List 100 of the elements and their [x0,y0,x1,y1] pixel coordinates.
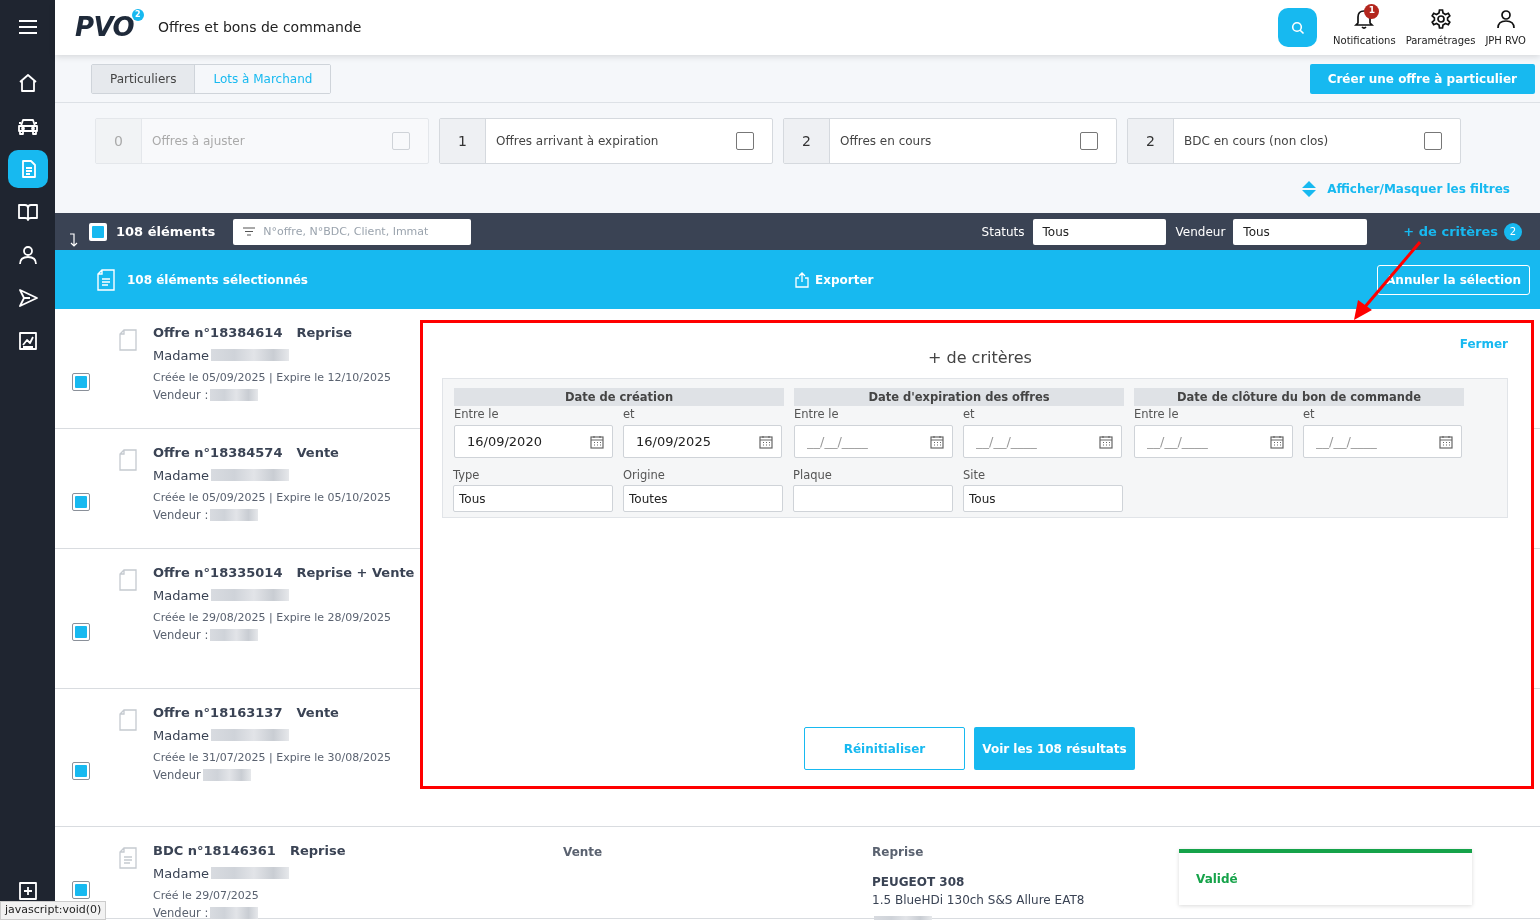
calendar-icon [590,435,604,449]
field-label: Plaque [793,467,833,484]
search-button[interactable] [1278,8,1318,47]
offer-number: Offre n°18335014 [153,564,283,582]
sort-arrow-icon [69,232,79,247]
filter-label: Offres arrivant à expiration [495,133,660,150]
select-field[interactable]: Toutes [623,485,783,512]
redaction-mark [202,769,251,782]
status-card: Validé [1179,849,1472,905]
search-field[interactable]: N°offre, N°BDC, Client, Immat [233,218,472,245]
calendar-icon [930,435,944,449]
send-icon [16,287,39,309]
item-count: 108 éléments [116,222,216,241]
vehicle-detail: 1.5 BlueHDi 130ch S&S Allure EAT8 [872,892,1085,909]
client-name: Madame [153,864,210,883]
date-field[interactable]: __/__/____ [1303,425,1462,458]
select-field[interactable]: Tous [453,485,613,512]
redaction-mark [210,629,259,642]
filter-card[interactable]: 2 Offres en cours [783,118,1117,164]
export-icon [795,271,809,288]
checkbox[interactable] [1424,132,1442,150]
add-icon [16,880,39,902]
client-name: Madame [153,586,210,605]
vendeur-label: Vendeur [1175,223,1226,241]
date-field[interactable]: __/__/____ [794,425,953,458]
offer-number: Offre n°18384574 [153,444,283,462]
settings-icon [1429,7,1452,30]
client-name: Madame [153,346,210,365]
seller-label: Vendeur : [153,506,209,524]
field-label: et [623,406,636,423]
row-checkbox[interactable] [72,881,90,899]
nav-gear-button[interactable]: Paramétrages [1403,7,1478,48]
blank-page-icon [119,329,137,351]
field-label: Site [963,467,987,484]
tab[interactable]: Particuliers [92,64,196,93]
filter-card[interactable]: 2 BDC en cours (non clos) [1127,118,1461,164]
offer-dates: Créée le 29/08/2025 | Expire le 28/09/2025 [153,610,391,626]
offer-dates: Créée le 05/09/2025 | Expire le 05/10/2025 [153,490,391,506]
checkbox[interactable] [736,132,754,150]
calendar-icon [1439,435,1453,449]
date-field[interactable]: __/__/____ [1134,425,1293,458]
seller-label: Vendeur [153,766,201,784]
filter-icon [243,227,256,237]
field-label: Type [453,467,481,484]
page-title: Offres et bons de commande [157,18,362,37]
input-field[interactable] [793,485,953,512]
calendar-icon [759,435,773,449]
group-heading: Date de création [454,388,784,406]
selection-count: 108 éléments sélectionnés [127,271,309,289]
redaction-mark [210,907,259,920]
blank-page-icon [119,449,137,471]
select-field[interactable]: Tous [963,485,1123,512]
statuts-select[interactable]: Tous [1032,218,1166,245]
offer-number: Offre n°18384614 [153,324,283,342]
filter-label: Offres à ajuster [151,133,246,150]
count-label: 0 [96,119,142,163]
chart-icon [16,330,39,352]
row-checkbox[interactable] [72,493,90,511]
date-field[interactable]: __/__/____ [963,425,1122,458]
document-icon [97,268,115,291]
date-field[interactable]: 16/09/2020 [454,425,613,458]
more-criteria-link[interactable]: + de critères [1403,221,1498,242]
filter-card[interactable]: 1 Offres arrivant à expiration [439,118,773,164]
count-label: 2 [1128,119,1174,163]
statuts-label: Statuts [981,223,1025,241]
column-heading: Vente [563,844,603,861]
user-icon [16,244,39,266]
redaction-mark [210,509,259,522]
select-all-checkbox[interactable] [89,222,107,241]
offer-type: Reprise [296,324,353,342]
checkbox[interactable] [1080,132,1098,150]
field-label: Entre le [794,406,840,423]
offer-type: Vente [296,444,339,462]
row-checkbox[interactable] [72,623,90,641]
field-label: Entre le [1134,406,1180,423]
date-field[interactable]: 16/09/2025 [623,425,782,458]
document-icon [119,847,137,869]
offer-type: Reprise + Vente [296,564,415,582]
count-label: 2 [784,119,830,163]
field-label: Entre le [454,406,500,423]
nav-user-button[interactable]: JPH RVO [1483,7,1528,48]
row-checkbox[interactable] [72,373,90,391]
group-heading: Date d'expiration des offres [794,388,1124,406]
calendar-icon [1099,435,1113,449]
row-checkbox[interactable] [72,762,90,780]
offer-dates: Créée le 31/07/2025 | Expire le 30/08/2025 [153,750,391,766]
bell-icon [1353,7,1376,30]
vendeur-select[interactable]: Tous [1233,218,1368,245]
offer-dates: Créé le 29/07/2025 [153,888,259,904]
offer-type: Vente [296,704,339,722]
client-name: Madame [153,726,210,745]
count-label: 1 [440,119,486,163]
blank-page-icon [119,569,137,591]
filter-label: Offres en cours [839,133,933,150]
logo: PVO [75,11,134,44]
filter-label: BDC en cours (non clos) [1183,133,1330,150]
seller-label: Vendeur : [153,386,209,404]
offer-dates: Créée le 05/09/2025 | Expire le 12/10/2025 [153,370,391,386]
sidebar-item[interactable] [7,150,48,188]
vehicle-model: PEUGEOT 308 [872,874,966,891]
